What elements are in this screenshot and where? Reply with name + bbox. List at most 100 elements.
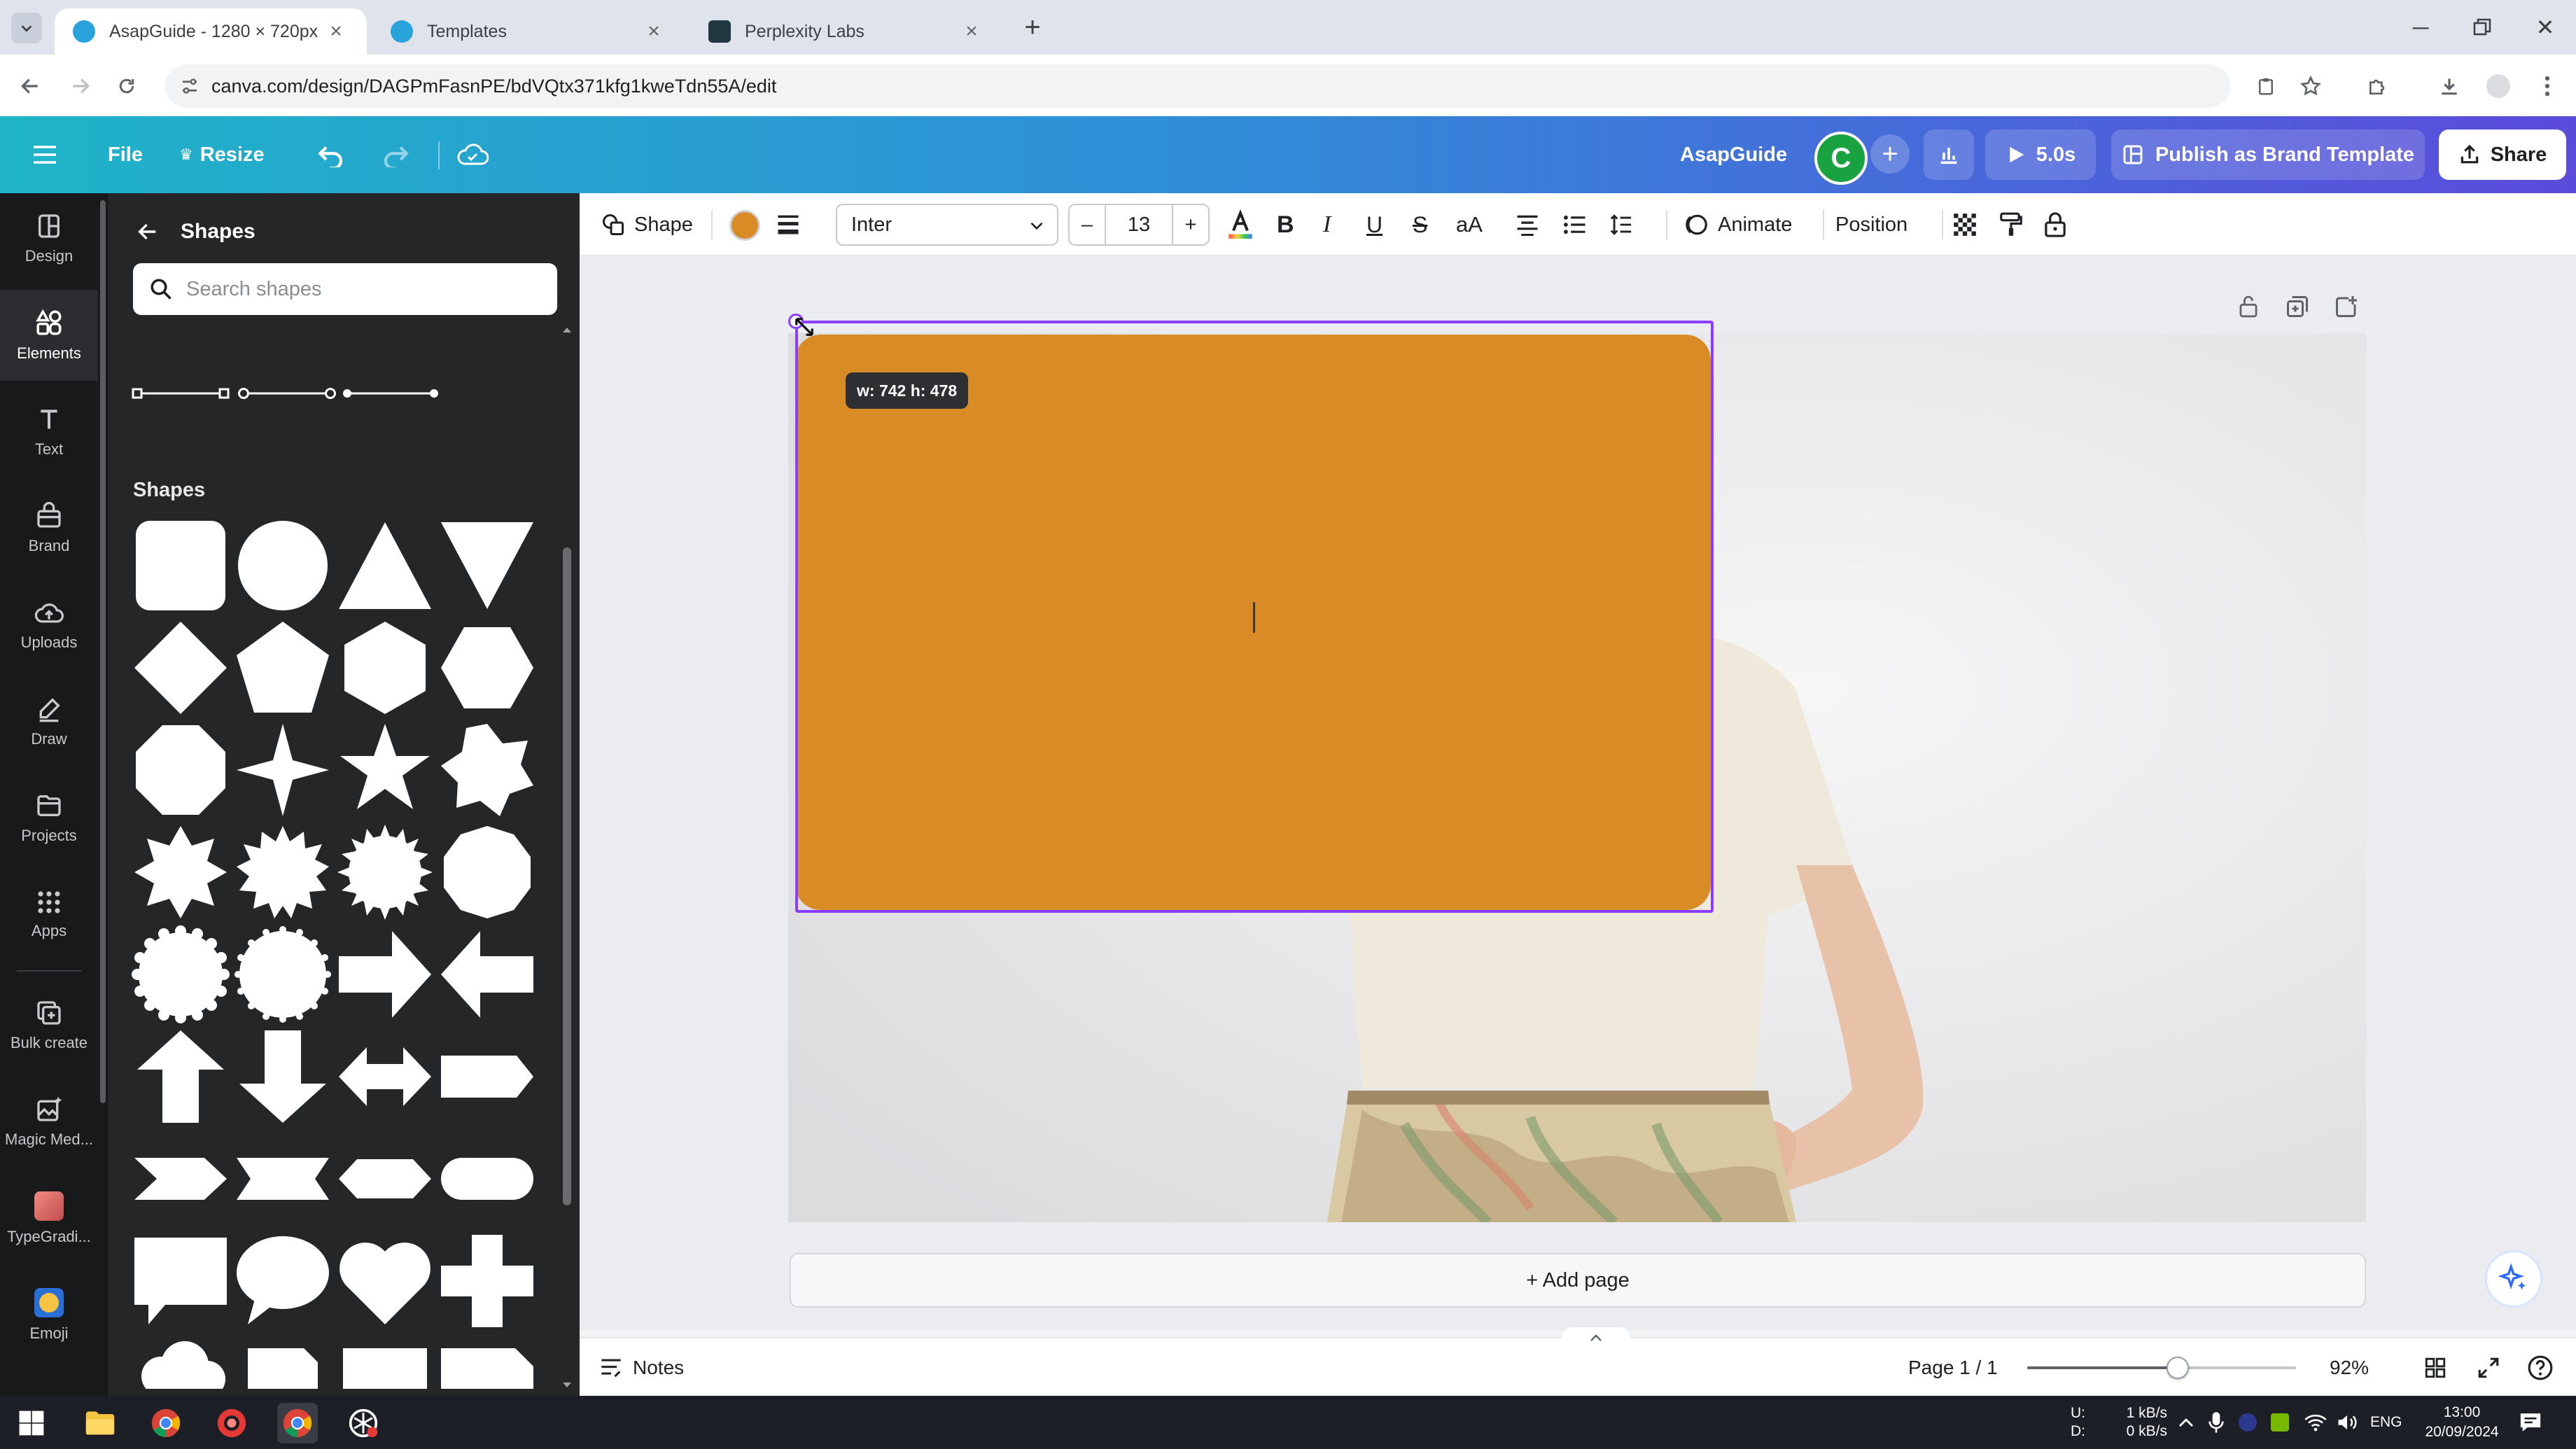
sidebar-item-design[interactable]: Design	[0, 193, 98, 284]
downloads-button[interactable]	[2432, 69, 2467, 104]
shape-speech-rectangle[interactable]	[132, 1232, 230, 1330]
transparency-button[interactable]	[1952, 193, 1978, 256]
redo-button[interactable]	[381, 116, 410, 193]
panel-scrollbar[interactable]	[560, 323, 574, 1392]
microphone-status[interactable]	[2208, 1396, 2225, 1449]
sidebar-item-emoji[interactable]: Emoji	[0, 1270, 98, 1361]
user-avatar[interactable]: C	[1814, 132, 1868, 185]
border-style-button[interactable]	[776, 193, 801, 256]
sidebar-scrollbar[interactable]	[98, 193, 108, 1396]
project-name[interactable]: AsapGuide	[1680, 116, 1787, 193]
scrollbar-thumb[interactable]	[100, 200, 106, 1103]
minimize-button[interactable]: ─	[2393, 10, 2449, 45]
shape-seal-24[interactable]	[132, 925, 230, 1023]
cast-button[interactable]	[2248, 69, 2283, 104]
shape-cloud[interactable]	[132, 1334, 230, 1389]
shape-folded-corner[interactable]	[234, 1334, 332, 1389]
shape-cross[interactable]	[438, 1232, 536, 1330]
shape-ribbon[interactable]	[234, 1130, 332, 1228]
fullscreen-button[interactable]	[2477, 1338, 2500, 1397]
text-color-button[interactable]	[1226, 193, 1254, 256]
close-window-button[interactable]: ✕	[2517, 10, 2573, 45]
shape-octagon[interactable]	[132, 721, 230, 819]
shape-tag[interactable]	[438, 1334, 536, 1389]
fill-color-swatch[interactable]	[729, 210, 760, 241]
zoom-slider[interactable]	[2027, 1357, 2296, 1379]
shape-diamond[interactable]	[132, 619, 230, 717]
shape-starburst[interactable]	[336, 823, 434, 921]
language-indicator[interactable]: ENG	[2370, 1396, 2402, 1449]
back-button[interactable]	[13, 69, 48, 104]
profile-button[interactable]	[2481, 69, 2516, 104]
strikethrough-button[interactable]: S	[1413, 193, 1427, 256]
italic-button[interactable]: I	[1323, 193, 1331, 256]
forward-button[interactable]	[63, 69, 98, 104]
tab-search-button[interactable]	[11, 13, 42, 43]
shape-pentagon[interactable]	[234, 619, 332, 717]
sidebar-item-typegradient[interactable]: TypeGradi...	[0, 1173, 98, 1264]
close-tab-icon[interactable]: ×	[959, 20, 984, 43]
shape-arrow-double[interactable]	[336, 1028, 434, 1126]
shape-arrow-down[interactable]	[234, 1028, 332, 1126]
recorder-button[interactable]	[211, 1403, 252, 1443]
sidebar-item-bulk-create[interactable]: Bulk create	[0, 980, 98, 1071]
spacing-button[interactable]	[1609, 193, 1634, 256]
page-indicator[interactable]: Page 1 / 1	[1908, 1338, 1998, 1397]
sidebar-item-apps[interactable]: Apps	[0, 869, 98, 960]
line-dot-ends[interactable]	[342, 379, 440, 407]
tray-app-blue[interactable]	[2239, 1396, 2257, 1449]
file-explorer-button[interactable]	[80, 1403, 120, 1443]
add-page-button[interactable]: + Add page	[790, 1253, 2366, 1308]
sidebar-item-brand[interactable]: Brand	[0, 483, 98, 574]
line-round-ends[interactable]	[238, 379, 336, 407]
shape-star-12[interactable]	[234, 823, 332, 921]
shape-heart[interactable]	[336, 1232, 434, 1330]
resize-button[interactable]: ♛ Resize	[179, 116, 265, 193]
undo-button[interactable]	[316, 116, 346, 193]
shape-rounded-square[interactable]	[132, 517, 230, 615]
line-square-ends[interactable]	[132, 379, 230, 407]
grid-view-button[interactable]	[2423, 1338, 2447, 1397]
shape-pentagon-arrow[interactable]	[438, 1028, 536, 1126]
scrollbar-thumb[interactable]	[563, 547, 571, 1205]
shape-hexagon[interactable]	[336, 619, 434, 717]
notifications-button[interactable]	[2519, 1396, 2542, 1449]
animate-button[interactable]: Animate	[1683, 193, 1792, 256]
shape-star-5[interactable]	[336, 721, 434, 819]
present-button[interactable]: 5.0s	[1985, 130, 2096, 180]
tray-app-green[interactable]	[2271, 1396, 2289, 1449]
publish-brand-template-button[interactable]: Publish as Brand Template	[2111, 130, 2425, 180]
shape-triangle[interactable]	[336, 517, 434, 615]
scroll-up-icon[interactable]	[560, 323, 574, 337]
search-shapes-input[interactable]: Search shapes	[133, 263, 557, 315]
sidebar-item-elements[interactable]: Elements	[0, 290, 98, 381]
file-menu[interactable]: File	[108, 116, 143, 193]
url-field[interactable]: canva.com/design/DAGPmFasnPE/bdVQtx371kf…	[165, 64, 2230, 108]
browser-tab-perplexity[interactable]: Perplexity Labs ×	[690, 8, 1002, 55]
close-tab-icon[interactable]: ×	[323, 20, 349, 43]
share-button[interactable]: Share	[2439, 130, 2566, 180]
chrome-button[interactable]	[146, 1403, 186, 1443]
sidebar-item-projects[interactable]: Projects	[0, 773, 98, 864]
chrome-active-button[interactable]	[277, 1403, 318, 1443]
bookmark-button[interactable]	[2293, 69, 2328, 104]
shape-arrow-up[interactable]	[132, 1028, 230, 1126]
shape-seal-32[interactable]	[234, 925, 332, 1023]
shape-circle[interactable]	[234, 517, 332, 615]
text-align-button[interactable]	[1515, 193, 1540, 256]
font-family-dropdown[interactable]: Inter	[836, 204, 1058, 246]
zoom-level[interactable]: 92%	[2330, 1338, 2369, 1397]
duplicate-page-button[interactable]	[2285, 294, 2316, 325]
copy-style-button[interactable]	[1998, 193, 2024, 256]
show-hidden-icons-button[interactable]	[2177, 1396, 2195, 1449]
perplexity-app-button[interactable]	[343, 1403, 384, 1443]
shape-document[interactable]	[336, 1334, 434, 1389]
wifi-status[interactable]	[2304, 1396, 2327, 1449]
shape-button[interactable]: Shape	[601, 193, 693, 256]
bold-button[interactable]: B	[1277, 193, 1294, 256]
reload-button[interactable]	[109, 69, 144, 104]
magic-assistant-button[interactable]	[2485, 1250, 2542, 1308]
shape-arrow-left[interactable]	[438, 925, 536, 1023]
font-size-input[interactable]: 13	[1106, 205, 1172, 244]
lock-page-button[interactable]	[2236, 294, 2267, 325]
